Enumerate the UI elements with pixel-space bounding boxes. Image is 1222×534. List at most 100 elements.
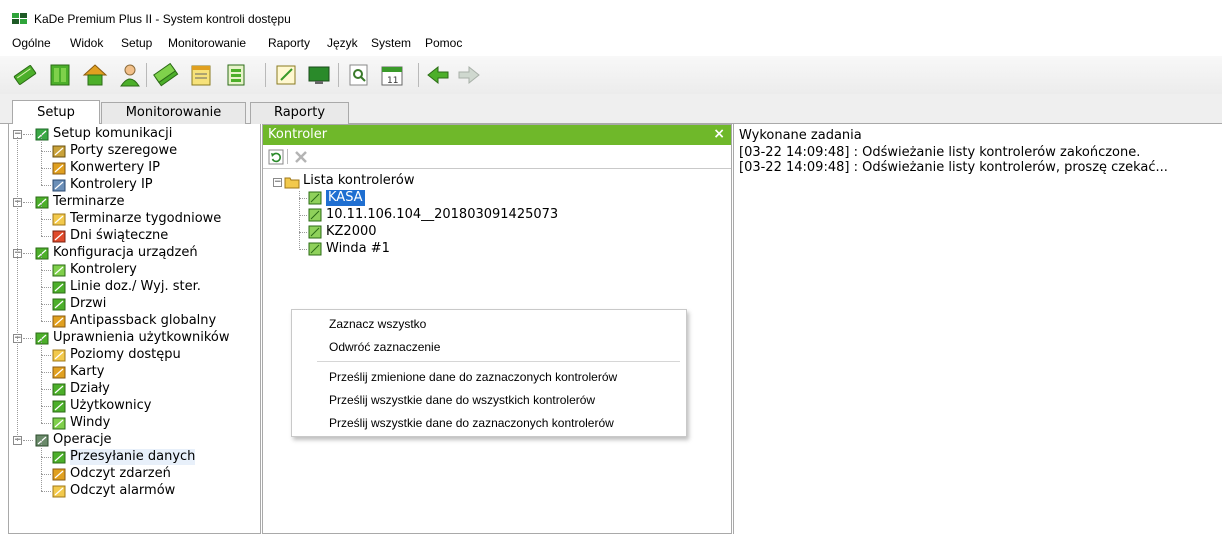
- globe-icon: [35, 127, 49, 141]
- menu-jezyk[interactable]: Język: [327, 36, 358, 50]
- tree-guide: [41, 321, 51, 322]
- devices-icon: [35, 246, 49, 260]
- controller-icon: [308, 225, 322, 243]
- forward-arrow-icon[interactable]: [456, 62, 482, 88]
- tasks-panel-title: Wykonane zadania: [739, 128, 862, 143]
- navigation-tree: − Setup komunikacji Porty szeregowe Konwert…: [8, 124, 261, 534]
- keycard-icon[interactable]: [12, 62, 38, 88]
- menu-item-invert-selection[interactable]: Odwróć zaznaczenie: [329, 340, 440, 354]
- app-logo-icon: [12, 13, 28, 25]
- tab-strip: Setup Monitorowanie Raporty: [0, 94, 1222, 125]
- tree-item-label: Antipassback globalny: [70, 313, 217, 328]
- tree-item-label: Linie doz./ Wyj. ster.: [70, 279, 201, 294]
- tree-guide: [41, 151, 51, 152]
- tree-guide: [23, 253, 33, 254]
- tree-guide: [41, 355, 42, 372]
- controller-item[interactable]: KASA: [326, 190, 365, 206]
- tree-item-label: Przesyłanie danych: [70, 449, 196, 465]
- tab-setup[interactable]: Setup: [12, 100, 100, 125]
- tree-guide: [41, 168, 42, 185]
- operations-icon: [35, 433, 49, 447]
- calendar-icon[interactable]: [188, 62, 214, 88]
- notepad-icon[interactable]: [273, 62, 299, 88]
- tree-guide: [41, 474, 51, 475]
- alarms-icon: [52, 484, 66, 498]
- weekly-calendar-icon: [52, 212, 66, 226]
- door-icon[interactable]: [47, 62, 73, 88]
- monitor-icon[interactable]: [306, 62, 332, 88]
- back-arrow-icon[interactable]: [425, 62, 451, 88]
- tree-guide: [41, 219, 51, 220]
- tree-guide: [299, 249, 307, 250]
- holiday-icon: [52, 229, 66, 243]
- data-transfer-icon: [52, 450, 66, 464]
- tree-guide: [41, 236, 51, 237]
- house-icon[interactable]: [82, 62, 108, 88]
- tree-guide: [299, 198, 307, 199]
- calendar-11-icon[interactable]: 11: [379, 62, 405, 88]
- tree-item-label: Konwertery IP: [70, 160, 160, 175]
- tree-guide: [41, 270, 51, 271]
- refresh-icon[interactable]: [268, 149, 284, 169]
- menu-ogolne[interactable]: Ogólne: [12, 36, 51, 50]
- menu-setup[interactable]: Setup: [121, 36, 152, 50]
- delete-icon[interactable]: [293, 149, 309, 169]
- keycards-icon[interactable]: [153, 62, 179, 88]
- tree-guide: [41, 372, 42, 389]
- tree-guide: [41, 440, 42, 457]
- tree-guide: [17, 137, 18, 441]
- window-title: KaDe Premium Plus II - System kontroli d…: [34, 12, 291, 26]
- controller-item[interactable]: KZ2000: [326, 224, 377, 240]
- tree-guide: [41, 185, 51, 186]
- collapse-icon[interactable]: −: [273, 178, 282, 187]
- serial-port-icon: [52, 144, 66, 158]
- tree-item-label: Działy: [70, 381, 110, 396]
- menu-item-send-changed-to-selected[interactable]: Prześlij zmienione dane do zaznaczonych …: [329, 370, 617, 384]
- calendar-icon: [35, 195, 49, 209]
- tree-guide: [41, 474, 42, 491]
- tab-raporty[interactable]: Raporty: [250, 102, 349, 124]
- menu-item-send-all-to-selected[interactable]: Prześlij wszystkie dane do zaznaczonych …: [329, 416, 614, 430]
- tree-guide: [41, 219, 42, 236]
- search-icon[interactable]: [346, 62, 372, 88]
- tree-guide: [41, 355, 51, 356]
- departments-icon: [52, 382, 66, 396]
- tree-guide: [41, 491, 51, 492]
- menu-system[interactable]: System: [371, 36, 411, 50]
- menu-separator: [317, 361, 680, 362]
- folder-icon: [284, 175, 300, 193]
- card-icon: [52, 365, 66, 379]
- menu-pomoc[interactable]: Pomoc: [425, 36, 462, 50]
- tree-guide: [41, 134, 42, 151]
- menu-widok[interactable]: Widok: [70, 36, 103, 50]
- controller-item[interactable]: 10.11.106.104__201803091425073: [326, 207, 558, 223]
- tree-item-label: Konfiguracja urządzeń: [53, 245, 198, 260]
- toolbar-separator: [338, 63, 339, 87]
- tasks-panel: Wykonane zadania [03-22 14:09:48] : Odśw…: [733, 124, 1222, 534]
- menu-item-select-all[interactable]: Zaznacz wszystko: [329, 317, 426, 331]
- tree-item-label: Poziomy dostępu: [70, 347, 181, 362]
- toolbar-separator: [287, 149, 288, 164]
- user-icon[interactable]: [117, 62, 143, 88]
- tree-item-label: Uprawnienia użytkowników: [53, 330, 230, 345]
- controller-list-root[interactable]: Lista kontrolerów: [303, 173, 414, 188]
- controller-item[interactable]: Winda #1: [326, 241, 390, 257]
- schedule-icon[interactable]: [223, 62, 249, 88]
- tree-item-label: Kontrolery IP: [70, 177, 153, 192]
- menu-item-send-all-to-all[interactable]: Prześlij wszystkie dane do wszystkich ko…: [329, 393, 595, 407]
- tree-guide: [41, 168, 51, 169]
- antipassback-icon: [52, 314, 66, 328]
- menu-monitorowanie[interactable]: Monitorowanie: [168, 36, 246, 50]
- users-icon: [35, 331, 49, 345]
- menu-raporty[interactable]: Raporty: [268, 36, 310, 50]
- tree-item-label: Porty szeregowe: [70, 143, 178, 158]
- tree-guide: [299, 215, 307, 216]
- close-icon[interactable]: ×: [713, 125, 725, 144]
- tree-item-label: Odczyt zdarzeń: [70, 466, 171, 481]
- toolbar-separator: [418, 63, 419, 87]
- kontroler-panel-title: Kontroler: [268, 127, 328, 142]
- tree-item-label: Użytkownicy: [70, 398, 152, 413]
- tree-guide: [41, 202, 42, 219]
- tree-guide: [23, 134, 33, 135]
- tab-monitorowanie[interactable]: Monitorowanie: [101, 102, 246, 124]
